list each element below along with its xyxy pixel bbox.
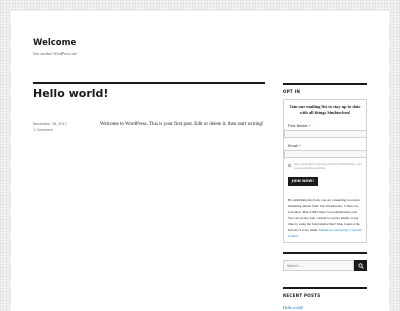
recent-posts-title: RECENT POSTS	[283, 293, 321, 298]
optin-form: Join our mailing list to stay up to date…	[283, 99, 367, 243]
site-container: Welcome Just another WordPress site Hell…	[11, 11, 389, 311]
search-form	[283, 260, 367, 271]
search-input[interactable]	[283, 260, 354, 271]
widget-divider	[283, 287, 367, 289]
optin-widget-title: OPT IN	[283, 89, 301, 94]
site-description: Just another WordPress site	[33, 51, 77, 56]
optin-widget: OPT IN Join our mailing list to stay up …	[283, 83, 367, 243]
post-meta: November 28, 2017 1 Comment	[33, 121, 93, 133]
first-name-input[interactable]	[284, 130, 367, 138]
site-title-link[interactable]: Welcome	[33, 38, 77, 48]
search-widget	[283, 252, 367, 271]
email-label: Email *	[288, 144, 362, 148]
optin-heading: Join our mailing list to stay up to date…	[289, 104, 361, 115]
widget-divider	[283, 252, 367, 254]
widget-divider	[283, 83, 367, 85]
post-divider	[33, 82, 265, 84]
recent-post-link[interactable]: Hello world!	[283, 305, 367, 310]
optin-fine-print: By submitting this form, you are consent…	[288, 197, 362, 239]
required-mark: *	[299, 144, 301, 148]
email-input[interactable]	[284, 150, 367, 158]
post-title[interactable]: Hello world!	[33, 87, 265, 100]
search-icon	[357, 262, 364, 269]
post-article: Hello world! November 28, 2017 1 Comment…	[33, 82, 265, 132]
post-comments-link[interactable]: 1 Comment	[33, 127, 93, 133]
email-label-text: Email	[288, 144, 298, 148]
required-mark: *	[308, 124, 311, 128]
consent-checkbox[interactable]	[288, 164, 291, 167]
site-header: Welcome Just another WordPress site	[33, 38, 77, 56]
consent-text: Yes, I would like to receive emails from…	[294, 163, 362, 170]
search-button[interactable]	[354, 260, 367, 271]
join-now-button[interactable]: JOIN NOW!	[288, 177, 318, 186]
fine-print-text: By submitting this form, you are consent…	[288, 198, 360, 232]
recent-posts-widget: RECENT POSTS Hello world!	[283, 287, 367, 310]
consent-row: Yes, I would like to receive emails from…	[288, 163, 362, 171]
first-name-label: First Name *	[288, 124, 362, 128]
post-content: Welcome to WordPress. This is your first…	[100, 122, 264, 127]
first-name-label-text: First Name	[288, 124, 308, 128]
